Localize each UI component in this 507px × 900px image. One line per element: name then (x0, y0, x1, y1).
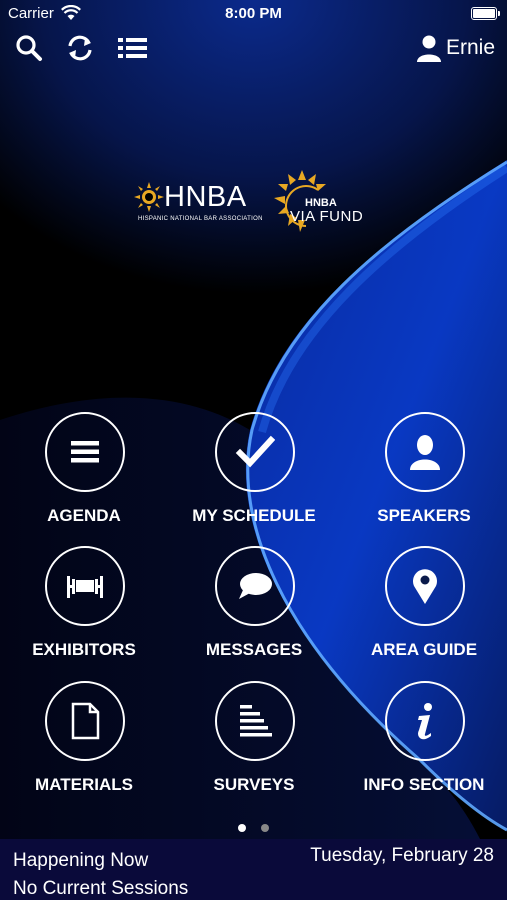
document-icon (71, 702, 100, 740)
refresh-icon[interactable] (65, 33, 95, 63)
menu-item-surveys[interactable]: SURVEYS (174, 681, 334, 811)
info-section-label: INFO SECTION (363, 775, 485, 794)
no-sessions-text: No Current Sessions (13, 878, 189, 899)
my-schedule-circle (215, 412, 295, 492)
user-profile-button[interactable]: Ernie (416, 33, 495, 63)
speakers-label: SPEAKERS (377, 506, 471, 525)
clock: 8:00 PM (225, 5, 282, 22)
menu-item-messages[interactable]: MESSAGES (174, 546, 334, 676)
via-fund-label: VIA FUND (290, 208, 364, 225)
info-icon (418, 703, 432, 740)
messages-label: MESSAGES (205, 640, 303, 659)
surveys-label: SURVEYS (213, 775, 295, 794)
area-guide-label: AREA GUIDE (370, 640, 478, 659)
speech-bubble-icon (239, 573, 272, 599)
page-dot-1[interactable] (238, 824, 247, 832)
exhibitors-label: EXHIBITORS (32, 640, 136, 659)
my-schedule-label: MY SCHEDULE (192, 506, 316, 525)
sunflower-icon (134, 182, 164, 212)
menu-item-area-guide[interactable]: AREA GUIDE (344, 546, 504, 676)
info-section-circle (385, 681, 465, 761)
page-indicator[interactable] (0, 819, 507, 837)
battery-icon (471, 7, 500, 20)
agenda-label: AGENDA (47, 506, 121, 525)
survey-bars-icon (240, 705, 272, 737)
menu-item-agenda[interactable]: AGENDA (4, 412, 164, 542)
agenda-circle (45, 412, 125, 492)
messages-circle (215, 546, 295, 626)
surveys-circle (215, 681, 295, 761)
materials-circle (45, 681, 125, 761)
happening-now-title: Happening Now (13, 850, 149, 871)
agenda-icon (71, 441, 99, 463)
speakers-circle (385, 412, 465, 492)
booth-icon (67, 576, 103, 598)
area-guide-circle (385, 546, 465, 626)
menu-item-info-section[interactable]: INFO SECTION (344, 681, 504, 811)
hnba-title: HNBA (164, 181, 247, 213)
hnba-subtitle: HISPANIC NATIONAL BAR ASSOCIATION (138, 216, 263, 222)
list-icon[interactable] (117, 33, 147, 63)
hnba-logo: HNBA HISPANIC NATIONAL BAR ASSOCIATION (134, 180, 262, 228)
menu-item-materials[interactable]: MATERIALS (4, 681, 164, 811)
status-bar: Carrier 8:00 PM (0, 0, 507, 28)
user-icon (416, 35, 441, 62)
menu-item-my-schedule[interactable]: MY SCHEDULE (174, 412, 334, 542)
materials-label: MATERIALS (35, 775, 133, 794)
menu-item-exhibitors[interactable]: EXHIBITORS (4, 546, 164, 676)
event-logos: HNBA HISPANIC NATIONAL BAR ASSOCIATION H… (134, 168, 374, 238)
map-pin-icon (413, 569, 437, 604)
exhibitors-circle (45, 546, 125, 626)
current-date: Tuesday, February 28 (310, 845, 494, 866)
happening-now-bar[interactable]: Happening Now No Current Sessions Tuesda… (0, 839, 507, 900)
menu-item-speakers[interactable]: SPEAKERS (344, 412, 504, 542)
page-dot-2[interactable] (260, 824, 269, 832)
user-name: Ernie (445, 36, 495, 59)
checkmark-icon (235, 435, 275, 468)
person-icon (410, 435, 440, 470)
search-icon[interactable] (14, 33, 44, 63)
